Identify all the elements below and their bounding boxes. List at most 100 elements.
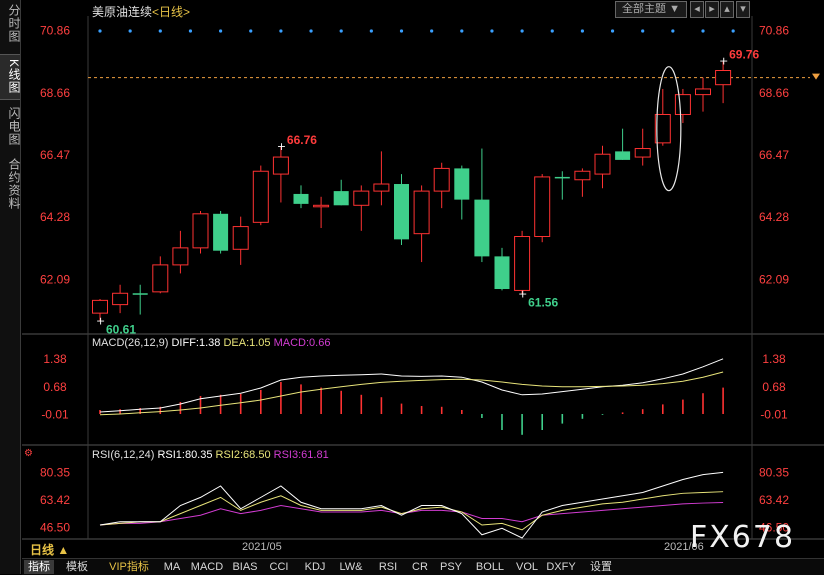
candle-body (634, 148, 651, 158)
candle-body (333, 191, 349, 206)
marker-dot (309, 29, 313, 33)
marker-dot (460, 29, 464, 33)
marker-dot (98, 29, 102, 33)
candle-body (674, 94, 691, 115)
period-selector[interactable]: 日线 ▲ (30, 541, 69, 558)
tab-kdj[interactable]: KDJ (302, 560, 328, 574)
candle-body (534, 176, 551, 238)
candle-body (92, 299, 108, 314)
tab-indicator[interactable]: 指标 (24, 560, 54, 574)
tab-lwr[interactable]: LW& (336, 560, 366, 574)
tab-macd[interactable]: MACD (190, 560, 224, 574)
macd-tick-left: 1.38 (43, 352, 67, 366)
marker-dot (550, 29, 554, 33)
candle-body (353, 190, 370, 206)
candle-body (132, 293, 148, 295)
indicator-settings-icon: ⚙ (24, 448, 33, 459)
candle-body (695, 88, 711, 96)
rsi-legend-rsi2: RSI2:68.50 (215, 449, 271, 461)
marker-dot (641, 29, 645, 33)
marker-dot (158, 29, 162, 33)
macd-legend: MACD(26,12,9) DIFF:1.38 DEA:1.05 MACD:0.… (92, 337, 330, 349)
tab-settings[interactable]: 设置 (586, 560, 616, 574)
price-tick-right: 68.66 (759, 86, 789, 100)
macd-legend-dea: DEA:1.05 (223, 337, 271, 349)
price-tick-left: 70.86 (40, 23, 70, 37)
marker-dot (671, 29, 675, 33)
candle-body (594, 153, 611, 175)
rsi-legend-rsi1: RSI1:80.35 (157, 449, 213, 461)
marker-dot (701, 29, 705, 33)
candle-body (715, 70, 732, 86)
tab-cr[interactable]: CR (410, 560, 430, 574)
macd-legend-diff: DIFF:1.38 (171, 337, 221, 349)
price-annotation: 60.61 (106, 322, 136, 336)
tab-rsi[interactable]: RSI (376, 560, 400, 574)
price-tick-left: 64.28 (40, 210, 70, 224)
extreme-marker-icon: + (96, 314, 105, 327)
tab-vol[interactable]: VOL (514, 560, 540, 574)
price-tick-right: 62.09 (759, 272, 789, 286)
watermark-logo: FX678 (690, 520, 796, 555)
macd-legend-title: MACD(26,12,9) (92, 337, 169, 349)
tab-dxfy[interactable]: DXFY (546, 560, 576, 574)
tab-psy[interactable]: PSY (438, 560, 464, 574)
tab-cci[interactable]: CCI (266, 560, 292, 574)
marker-dot (249, 29, 253, 33)
price-tick-right: 64.28 (759, 210, 789, 224)
candle-body (213, 213, 229, 251)
macd-tick-right: 1.38 (762, 352, 786, 366)
extreme-marker-icon: + (277, 140, 286, 153)
marker-dot (188, 29, 193, 33)
marker-dot (219, 29, 223, 33)
tab-template[interactable]: 模板 (62, 560, 92, 574)
dea-line (99, 371, 724, 416)
marker-dot (369, 29, 373, 33)
candle-body (172, 247, 189, 266)
tab-ma[interactable]: MA (160, 560, 184, 574)
marker-dot (339, 29, 343, 33)
candle-body (232, 226, 249, 250)
price-annotation: 66.76 (287, 133, 317, 147)
price-annotation: 69.76 (729, 48, 759, 62)
marker-dot (731, 29, 735, 33)
price-arrow-icon (812, 73, 820, 80)
price-tick-left: 62.09 (40, 272, 70, 286)
candle-body (474, 199, 490, 257)
rsi-legend-rsi3: RSI3:61.81 (273, 449, 329, 461)
rsi-tick-right: 80.35 (759, 465, 789, 479)
tab-vip-indicator[interactable]: VIP指标 (104, 560, 154, 574)
candle-body (112, 292, 129, 306)
rsi1-line (99, 471, 724, 539)
tab-bias[interactable]: BIAS (230, 560, 260, 574)
candle-body (192, 213, 209, 249)
marker-dot (520, 29, 524, 33)
price-tick-right: 70.86 (759, 23, 789, 37)
macd-tick-right: 0.68 (762, 380, 786, 394)
candle-body (293, 193, 309, 204)
candle-body (252, 170, 269, 223)
rsi-tick-right: 63.42 (759, 493, 789, 507)
marker-dot (580, 29, 585, 33)
candle-body (413, 190, 430, 235)
rsi-legend: RSI(6,12,24) RSI1:80.35 RSI2:68.50 RSI3:… (92, 449, 329, 461)
macd-tick-left: 0.68 (43, 380, 67, 394)
price-tick-right: 66.47 (759, 148, 789, 162)
tab-boll[interactable]: BOLL (474, 560, 506, 574)
candle-body (313, 204, 330, 208)
rsi-tick-left: 63.42 (40, 493, 70, 507)
marker-dot (430, 29, 434, 33)
extreme-marker-icon: + (719, 55, 728, 68)
macd-legend-macd: MACD:0.66 (273, 337, 331, 349)
indicator-tab-bar: 指标 模板 VIP指标 MA MACD BIAS CCI KDJ LW& RSI… (22, 558, 824, 575)
kline-chart: 70.86 70.86 68.66 68.66 66.47 66.47 64.28 64.28… (22, 16, 824, 540)
rsi-legend-title: RSI(6,12,24) (92, 449, 155, 461)
price-annotation: 61.56 (528, 295, 558, 309)
rsi3-line (99, 502, 724, 526)
candle-body (394, 184, 409, 240)
candle-body (615, 151, 631, 160)
macd-tick-left: -0.01 (41, 407, 69, 421)
candle-body (454, 168, 470, 200)
macd-tick-right: -0.01 (760, 407, 788, 421)
price-tick-left: 66.47 (40, 148, 70, 162)
